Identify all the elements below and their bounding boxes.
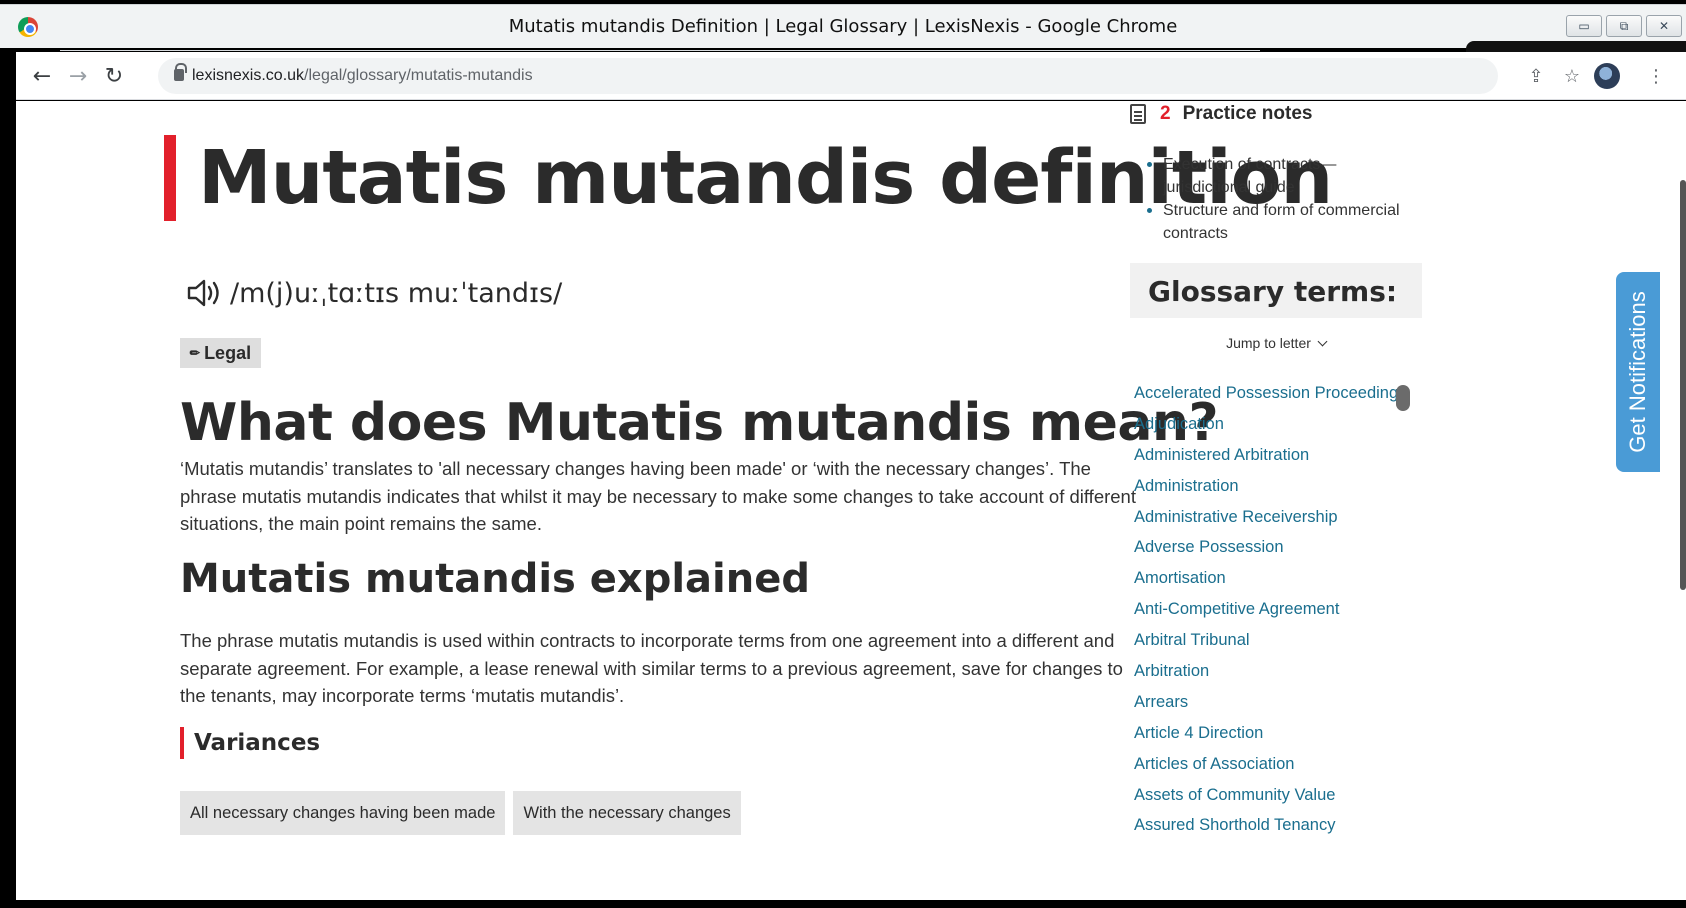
practice-note-link[interactable]: Structure and form of commercial contrac… bbox=[1144, 199, 1424, 245]
back-button[interactable]: ← bbox=[28, 62, 56, 90]
practice-notes-header[interactable]: 2 Practice notes bbox=[1130, 101, 1312, 127]
url-host: lexisnexis.co.uk bbox=[192, 67, 305, 84]
close-button[interactable]: ✕ bbox=[1646, 15, 1682, 37]
glossary-term-link[interactable]: Arrears bbox=[1134, 689, 1424, 720]
minimize-button[interactable]: ▭ bbox=[1566, 15, 1602, 37]
glossary-term-link[interactable]: Articles of Association bbox=[1134, 751, 1424, 782]
window-title: Mutatis mutandis Definition | Legal Glos… bbox=[508, 16, 1178, 37]
definition-paragraph: ‘Mutatis mutandis’ translates to 'all ne… bbox=[180, 458, 1136, 534]
glossary-term-link[interactable]: Adverse Possession bbox=[1134, 534, 1424, 565]
url-path: /legal/glossary/mutatis-mutandis bbox=[304, 67, 533, 84]
get-notifications-label: Get Notifications bbox=[1625, 291, 1650, 453]
glossary-scrollbar[interactable] bbox=[1396, 385, 1410, 411]
tag-label: Legal bbox=[204, 342, 252, 363]
explained-heading: Mutatis mutandis explained bbox=[180, 556, 810, 602]
glossary-term-link[interactable]: Arbitral Tribunal bbox=[1134, 627, 1424, 658]
glossary-term-link[interactable]: Assets of Community Value bbox=[1134, 782, 1424, 813]
tag-icon: ✎ bbox=[186, 344, 204, 362]
chevron-down-icon bbox=[1317, 336, 1328, 347]
explained-paragraph: The phrase mutatis mutandis is used with… bbox=[180, 630, 1123, 706]
glossary-term-link[interactable]: Administrative Receivership bbox=[1134, 504, 1424, 535]
glossary-header: Glossary terms: bbox=[1130, 263, 1422, 318]
variances-heading: Variances bbox=[194, 730, 321, 756]
glossary-term-link[interactable]: Amortisation bbox=[1134, 565, 1424, 596]
practice-notes-label: Practice notes bbox=[1182, 103, 1313, 124]
variance-chip[interactable]: All necessary changes having been made bbox=[180, 791, 506, 835]
page-viewport: Mutatis mutandis definition /m(j)uːˌtɑːt… bbox=[16, 101, 1686, 900]
category-tag[interactable]: ✎ Legal bbox=[180, 338, 262, 368]
speaker-icon[interactable] bbox=[186, 277, 226, 309]
glossary-term-link[interactable]: Anti-Competitive Agreement bbox=[1134, 596, 1424, 627]
pronunciation-text: /m(j)uːˌtɑːtɪs muːˈtandɪs/ bbox=[230, 277, 563, 309]
glossary-term-link[interactable]: Adjudication bbox=[1134, 411, 1424, 442]
variances-block: Variances bbox=[180, 727, 320, 759]
bookmark-star-icon[interactable]: ☆ bbox=[1560, 64, 1584, 88]
forward-button[interactable]: → bbox=[64, 62, 92, 90]
glossary-term-link[interactable]: Article 4 Direction bbox=[1134, 720, 1424, 751]
variance-chip[interactable]: With the necessary changes bbox=[513, 791, 741, 835]
share-icon[interactable]: ⇪ bbox=[1524, 64, 1548, 88]
reload-button[interactable]: ↻ bbox=[100, 62, 128, 90]
tab-strip bbox=[60, 41, 1260, 51]
lock-icon bbox=[174, 63, 187, 81]
restore-button[interactable]: ⧉ bbox=[1606, 15, 1642, 37]
jump-to-letter-dropdown[interactable]: Jump to letter bbox=[1130, 335, 1422, 351]
window-titlebar: Mutatis mutandis Definition | Legal Glos… bbox=[0, 4, 1686, 55]
profile-avatar[interactable] bbox=[1594, 63, 1620, 89]
glossary-term-link[interactable]: Arbitration bbox=[1134, 658, 1424, 689]
jump-to-letter-label: Jump to letter bbox=[1226, 335, 1311, 351]
variances-list: All necessary changes having been made W… bbox=[180, 791, 741, 835]
document-icon bbox=[1130, 104, 1146, 124]
practice-note-link[interactable]: Execution of contracts—jurisdictional gu… bbox=[1144, 153, 1424, 199]
glossary-term-link[interactable]: Administration bbox=[1134, 473, 1424, 504]
glossary-term-link[interactable]: Assured Shorthold Tenancy bbox=[1134, 812, 1424, 843]
url-text[interactable]: lexisnexis.co.uk/legal/glossary/mutatis-… bbox=[192, 67, 533, 85]
glossary-term-link[interactable]: Administered Arbitration bbox=[1134, 442, 1424, 473]
glossary-terms-list: Accelerated Possession Proceedings Adjud… bbox=[1134, 380, 1424, 843]
page-scrollbar[interactable] bbox=[1680, 180, 1686, 590]
variances-accent-bar bbox=[180, 727, 184, 759]
address-bar[interactable]: lexisnexis.co.uk/legal/glossary/mutatis-… bbox=[158, 58, 1498, 94]
pronunciation: /m(j)uːˌtɑːtɪs muːˈtandɪs/ bbox=[186, 277, 562, 309]
title-accent-bar bbox=[164, 135, 176, 221]
practice-notes-list: Execution of contracts—jurisdictional gu… bbox=[1144, 153, 1424, 245]
window-controls: ▭ ⧉ ✕ bbox=[1566, 15, 1682, 37]
browser-toolbar: ← → ↻ lexisnexis.co.uk/legal/glossary/mu… bbox=[16, 52, 1686, 100]
practice-notes-count: 2 bbox=[1160, 103, 1171, 124]
chrome-menu-icon[interactable]: ⋮ bbox=[1644, 64, 1668, 88]
get-notifications-tab[interactable]: Get Notifications bbox=[1616, 272, 1660, 472]
glossary-term-link[interactable]: Accelerated Possession Proceedings bbox=[1134, 380, 1424, 411]
glossary-title: Glossary terms: bbox=[1148, 275, 1398, 308]
meaning-heading: What does Mutatis mutandis mean? bbox=[180, 393, 1219, 453]
